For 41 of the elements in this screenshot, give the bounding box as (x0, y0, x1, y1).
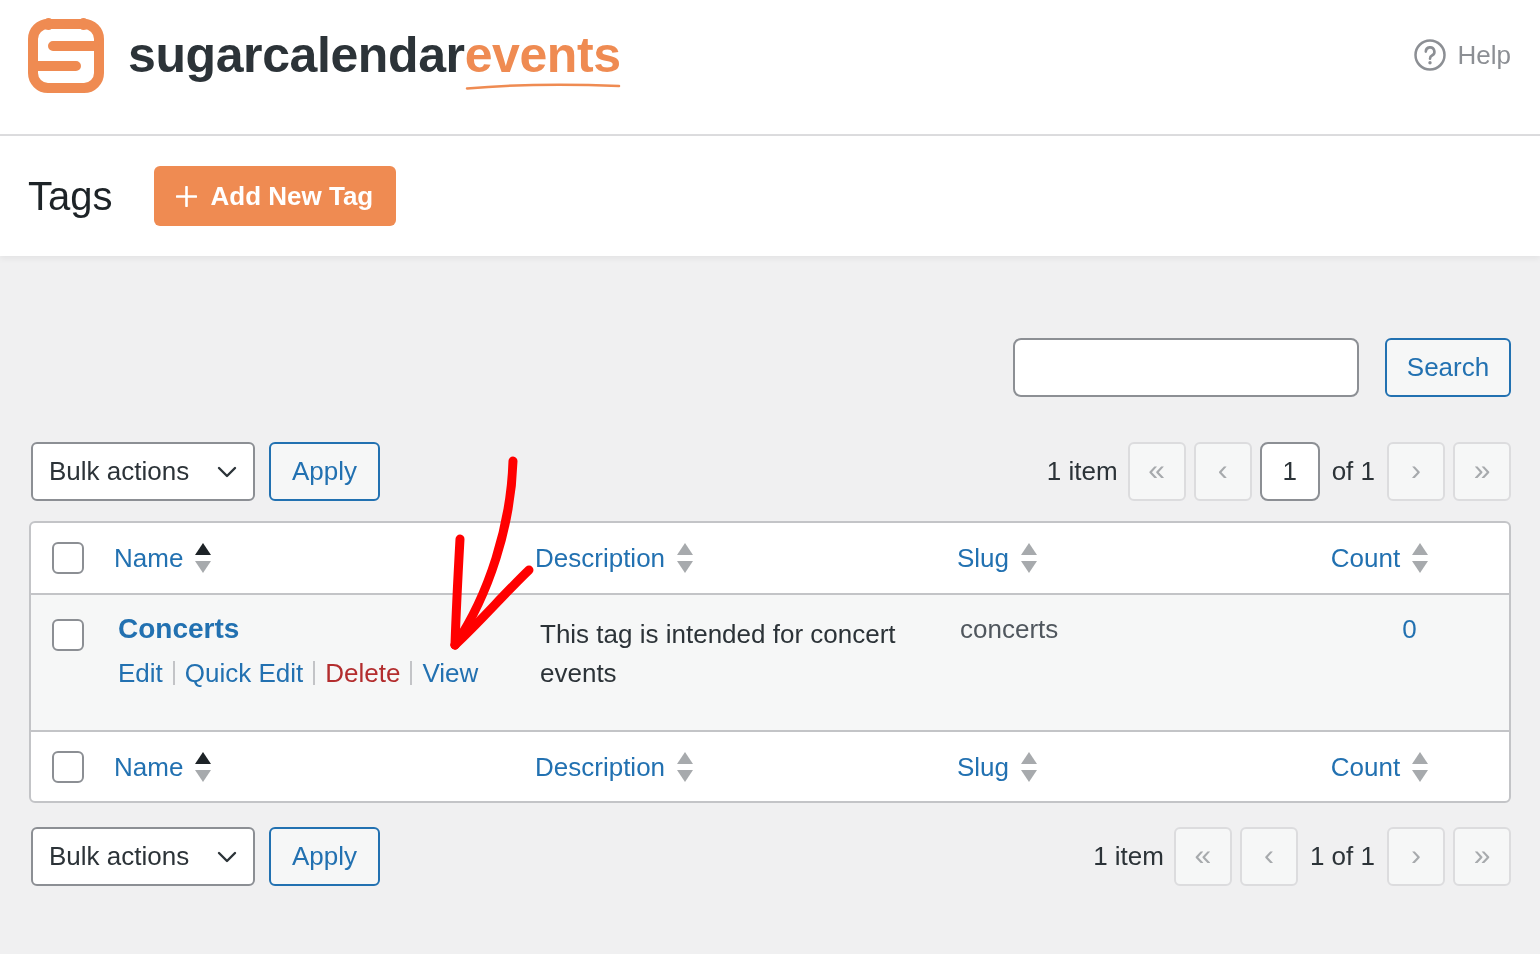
chevron-down-icon (217, 850, 237, 863)
description-text: This tag is intended for concert events (540, 618, 897, 690)
logo-accent-text: events (464, 27, 621, 83)
row-action-link[interactable]: View (422, 655, 479, 691)
checkbox[interactable] (52, 619, 84, 651)
checkbox[interactable] (52, 542, 84, 574)
page-number-input[interactable]: 1 (1259, 442, 1320, 501)
apply-button[interactable]: Apply (269, 827, 380, 886)
bulk-actions-dropdown[interactable]: Bulk actions (31, 827, 255, 886)
help-button[interactable]: Help (1413, 39, 1511, 71)
usage-total-link[interactable]: 0 (1402, 611, 1417, 647)
logo-icon (28, 17, 104, 93)
row-action-link[interactable]: Quick Edit (184, 655, 304, 691)
column-header-link[interactable]: Slug (957, 748, 1038, 785)
bulk-actions-dropdown[interactable]: Bulk actions (31, 442, 255, 501)
item-count-text: 1 item (1093, 841, 1164, 872)
column-header-link[interactable]: Name (114, 748, 212, 785)
column-header-link[interactable]: Count (1330, 748, 1429, 785)
column-header-link[interactable]: Count (1330, 540, 1429, 576)
row-action-link[interactable]: Delete (325, 655, 401, 691)
add-new-tag-button[interactable]: Add New Tag (153, 166, 397, 226)
row-action-link[interactable]: Edit (118, 655, 163, 691)
column-header-link[interactable]: Description (535, 540, 694, 576)
search-button[interactable]: Search (1385, 338, 1511, 397)
item-count-text: 1 item (1046, 456, 1118, 487)
swoosh-icon (464, 82, 621, 90)
plus-icon (175, 185, 197, 207)
apply-button[interactable]: Apply (269, 442, 380, 501)
page-count-text: of 1 (1331, 456, 1375, 487)
tag-name-link[interactable]: Concerts (118, 611, 240, 647)
page-title: Tags (28, 176, 113, 216)
help-icon (1413, 39, 1446, 71)
page-count-text: 1 of 1 (1309, 841, 1375, 872)
slug-text: concerts (960, 613, 1059, 646)
column-header-link[interactable]: Slug (957, 540, 1038, 576)
search-field[interactable] (1013, 338, 1359, 397)
column-header-link[interactable]: Description (535, 748, 694, 785)
column-header-link[interactable]: Name (114, 540, 212, 576)
checkbox[interactable] (52, 750, 84, 783)
chevron-down-icon (217, 465, 237, 478)
logo-text: sugarcalendar (128, 30, 465, 80)
